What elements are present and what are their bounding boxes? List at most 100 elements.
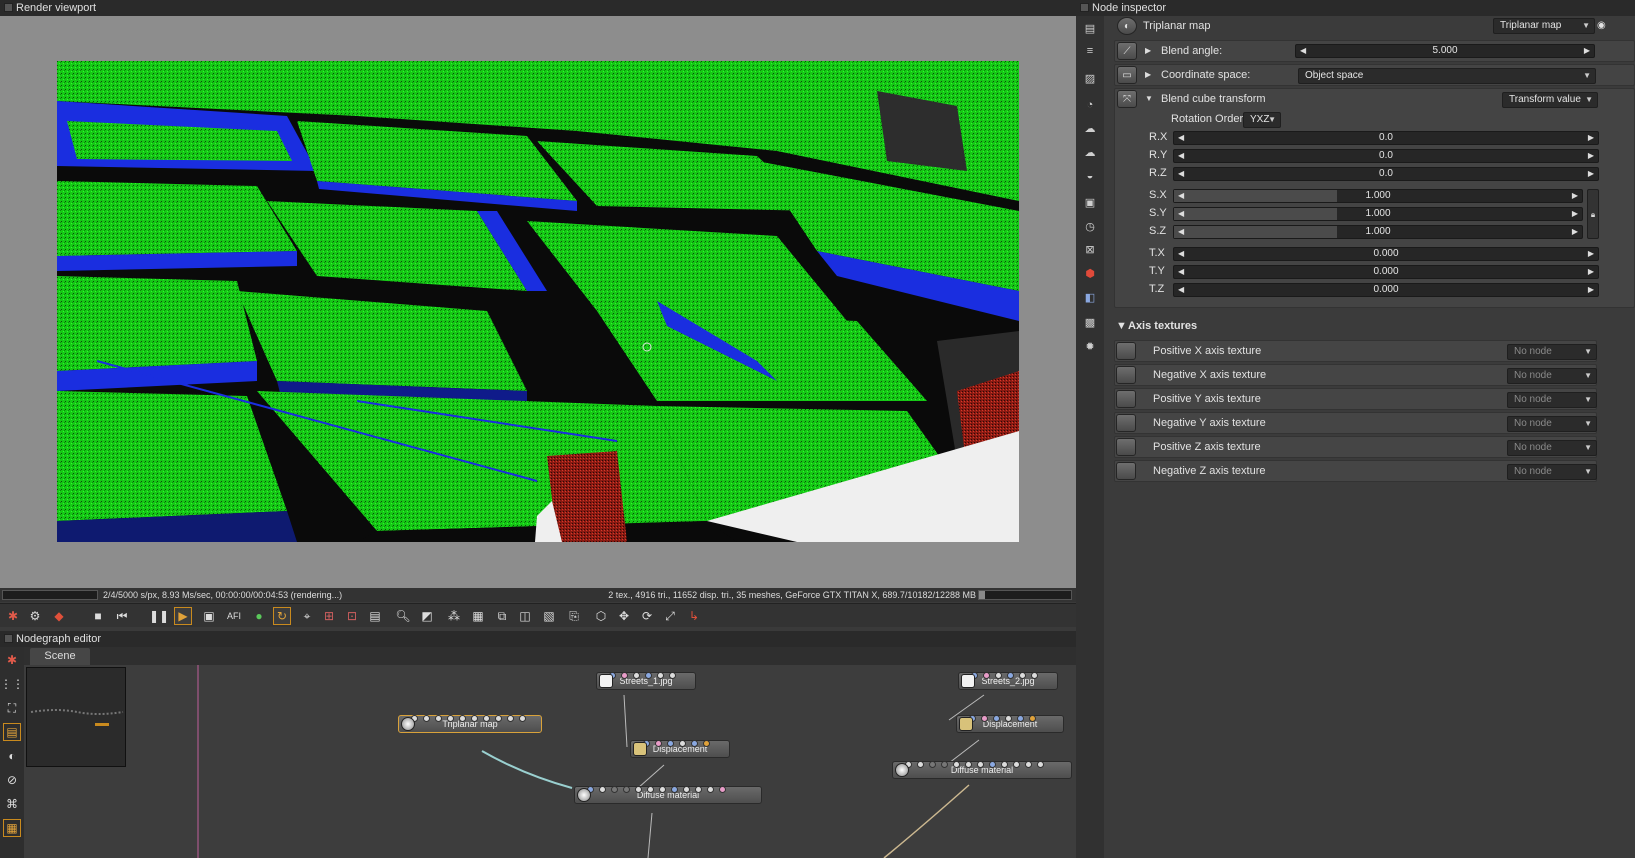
arrange-icon[interactable]: ⋮⋮ [0, 675, 24, 693]
fit-nodes-icon[interactable]: ⛶ [3, 699, 21, 717]
settings-icon[interactable]: ⚙ [26, 607, 44, 625]
object-cube-icon[interactable]: ⬡ [592, 607, 610, 625]
texture-slot-icon[interactable] [1116, 462, 1136, 480]
rx-slider[interactable]: ◀ 0.0 ▶ [1173, 131, 1599, 145]
render-image[interactable] [57, 61, 1019, 542]
expand-arrow-icon[interactable]: ▶ [1145, 65, 1151, 85]
decrement-icon[interactable]: ◀ [1178, 226, 1184, 238]
geometry-icon[interactable]: ◧ [1081, 288, 1099, 306]
pause-icon[interactable]: ❚❚ [149, 607, 169, 625]
postprocess-icon[interactable]: ▣ [1081, 193, 1099, 211]
film-icon[interactable]: ▩ [1081, 313, 1099, 331]
nodegraph-canvas[interactable]: Streets_1.jpg Triplanar map Displacement… [24, 665, 1076, 858]
expand-arrow-icon[interactable]: ▶ [1145, 41, 1151, 61]
object-icon[interactable]: ⎘ [565, 607, 583, 625]
coord-space-dropdown[interactable]: Object space ▼ [1298, 68, 1596, 84]
layers-icon[interactable]: ▤ [1081, 19, 1099, 37]
material-ball-icon[interactable]: ◐ [3, 747, 21, 765]
play-icon[interactable]: ▶ [174, 607, 192, 625]
display-icon[interactable]: ▣ [200, 607, 218, 625]
region-icon[interactable]: ⊞ [320, 607, 338, 625]
node-displacement-2[interactable]: Displacement [956, 715, 1064, 733]
ry-slider[interactable]: ◀ 0.0 ▶ [1173, 149, 1599, 163]
axis-textures-header[interactable]: ▼ Axis textures [1114, 316, 1635, 336]
tz-slider[interactable]: ◀ 0.000 ▶ [1173, 283, 1599, 297]
decrement-icon[interactable]: ◀ [1178, 266, 1184, 278]
panel-grip-icon[interactable] [4, 634, 13, 643]
lock-icon[interactable]: ▧ [540, 607, 558, 625]
decrement-icon[interactable]: ◀ [1178, 284, 1184, 296]
axis-texture-dropdown[interactable]: No node ▼ [1507, 368, 1597, 384]
rewind-icon[interactable]: ⏮ [113, 607, 131, 625]
fit-icon[interactable]: ◩ [418, 607, 436, 625]
focus-icon[interactable]: ⌖ [298, 607, 316, 625]
axis-texture-dropdown[interactable]: No node ▼ [1507, 392, 1597, 408]
axis-texture-dropdown[interactable]: No node ▼ [1507, 440, 1597, 456]
picker-icon[interactable]: ⁂ [445, 607, 463, 625]
octane-logo-icon[interactable]: ✱ [4, 607, 22, 625]
increment-icon[interactable]: ▶ [1588, 132, 1594, 144]
increment-icon[interactable]: ▶ [1588, 150, 1594, 162]
sx-slider[interactable]: ◀ 1.000 ▶ [1173, 189, 1583, 203]
decrement-icon[interactable]: ◀ [1178, 248, 1184, 260]
texture-slot-icon[interactable] [1116, 366, 1136, 384]
node-type-dropdown[interactable]: Triplanar map ▼ [1493, 18, 1595, 34]
link-icon[interactable]: ⊘ [3, 771, 21, 789]
afi-icon[interactable]: AFI [225, 607, 243, 625]
node-streets2[interactable]: Streets_2.jpg [958, 672, 1058, 690]
node-diffuse-material-1[interactable]: Diffuse material [574, 786, 762, 804]
decrement-icon[interactable]: ◀ [1178, 132, 1184, 144]
scale-icon[interactable]: ⤢ [661, 607, 679, 625]
rotation-order-dropdown[interactable]: YXZ ▼ [1243, 112, 1281, 128]
tx-slider[interactable]: ◀ 0.000 ▶ [1173, 247, 1599, 261]
visible-env-icon[interactable]: ☁ [1081, 143, 1099, 161]
camera-icon[interactable]: ◔ [1081, 96, 1099, 114]
rz-slider[interactable]: ◀ 0.0 ▶ [1173, 167, 1599, 181]
rotate-icon[interactable]: ⟳ [638, 607, 656, 625]
ty-slider[interactable]: ◀ 0.000 ▶ [1173, 265, 1599, 279]
panel-grip-icon[interactable] [4, 3, 13, 12]
octane-logo-icon[interactable]: ✱ [3, 651, 21, 669]
blend-angle-slider[interactable]: ◀ 5.000 ▶ [1295, 44, 1595, 58]
sy-slider[interactable]: ◀ 1.000 ▶ [1173, 207, 1583, 221]
lock-scale-icon[interactable]: 🔒︎ [1587, 189, 1599, 239]
environment-icon[interactable]: ☁ [1081, 119, 1099, 137]
increment-icon[interactable]: ▶ [1588, 248, 1594, 260]
node-triplanar-map[interactable]: Triplanar map [398, 715, 542, 733]
move-icon[interactable]: ✥ [615, 607, 633, 625]
axis-texture-dropdown[interactable]: No node ▼ [1507, 416, 1597, 432]
axis-texture-dropdown[interactable]: No node ▼ [1507, 344, 1597, 360]
increment-icon[interactable]: ▶ [1588, 284, 1594, 296]
zoom-icon[interactable]: 🔍︎ [394, 607, 412, 625]
axis-texture-dropdown[interactable]: No node ▼ [1507, 464, 1597, 480]
decrement-icon[interactable]: ◀ [1300, 45, 1306, 57]
texture-slot-icon[interactable] [1116, 390, 1136, 408]
tab-scene[interactable]: Scene [30, 648, 90, 665]
light-icon[interactable]: ✹ [1081, 337, 1099, 355]
transform-type-dropdown[interactable]: Transform value ▼ [1502, 92, 1598, 108]
decrement-icon[interactable]: ◀ [1178, 168, 1184, 180]
increment-icon[interactable]: ▶ [1572, 208, 1578, 220]
copy-icon[interactable]: ⧉ [493, 607, 511, 625]
texture-icon[interactable]: ⌘ [3, 795, 21, 813]
decrement-icon[interactable]: ◀ [1178, 208, 1184, 220]
list-icon[interactable]: ≡ [1081, 42, 1099, 60]
color-cube-icon[interactable]: ◆ [50, 607, 68, 625]
decrement-icon[interactable]: ◀ [1178, 190, 1184, 202]
clock-icon[interactable]: ◷ [1081, 217, 1099, 235]
render-target-icon[interactable]: ⬢ [1081, 264, 1099, 282]
sz-slider[interactable]: ◀ 1.000 ▶ [1173, 225, 1583, 239]
eye-icon[interactable]: ◉ [1597, 16, 1606, 36]
node-displacement-1[interactable]: Displacement [630, 740, 730, 758]
grid-icon[interactable]: ▦ [3, 819, 21, 837]
select-icon[interactable]: ▦ [469, 607, 487, 625]
refresh-icon[interactable]: ↻ [273, 607, 291, 625]
material-icon[interactable]: ◫ [516, 607, 534, 625]
node-diffuse-material-2[interactable]: Diffuse material [892, 761, 1072, 779]
texture-slot-icon[interactable] [1116, 414, 1136, 432]
kernel-icon[interactable]: ⊠ [1081, 240, 1099, 258]
clear-region-icon[interactable]: ⊡ [343, 607, 361, 625]
decrement-icon[interactable]: ◀ [1178, 150, 1184, 162]
collapse-arrow-icon[interactable]: ▼ [1145, 89, 1153, 109]
increment-icon[interactable]: ▶ [1588, 266, 1594, 278]
